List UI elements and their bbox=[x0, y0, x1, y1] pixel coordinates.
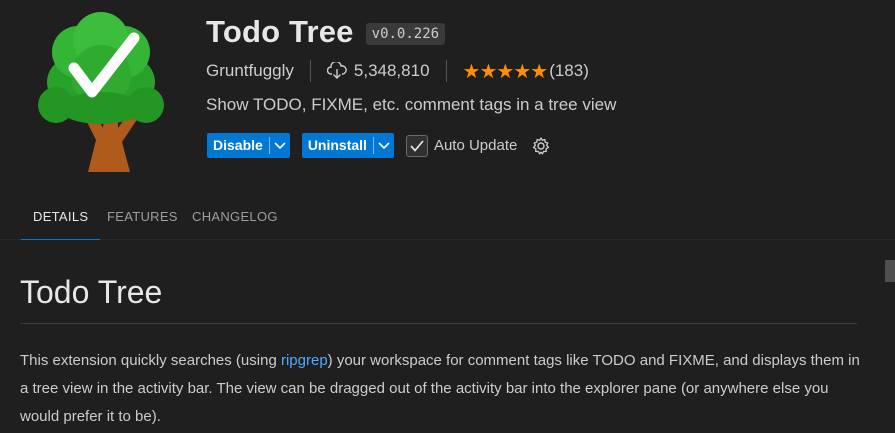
vertical-scrollbar[interactable] bbox=[884, 240, 895, 433]
star-rating-icon: ★★★★★ bbox=[462, 60, 549, 83]
extension-details-page: Todo Tree v0.0.226 Gruntfuggly 5,348,810… bbox=[0, 0, 895, 433]
cloud-download-icon bbox=[326, 62, 347, 79]
tab-features[interactable]: FEATURES bbox=[107, 196, 178, 239]
readme-paragraph: This extension quickly searches (using r… bbox=[20, 347, 868, 431]
disable-dropdown-button[interactable] bbox=[270, 133, 290, 158]
disable-button[interactable]: Disable bbox=[207, 133, 269, 158]
extension-title: Todo Tree bbox=[206, 14, 354, 49]
uninstall-split-button: Uninstall bbox=[301, 133, 394, 158]
publisher-link[interactable]: Gruntfuggly bbox=[206, 61, 294, 81]
tab-details[interactable]: DETAILS bbox=[20, 196, 101, 240]
settings-button[interactable] bbox=[531, 136, 551, 156]
disable-split-button: Disable bbox=[207, 133, 290, 158]
uninstall-button[interactable]: Uninstall bbox=[302, 133, 373, 158]
chevron-down-icon bbox=[274, 141, 286, 149]
rating[interactable]: ★★★★★ (183) bbox=[463, 59, 589, 84]
tab-changelog[interactable]: CHANGELOG bbox=[192, 196, 278, 239]
meta-row: Gruntfuggly 5,348,810 ★★★★★ (183) bbox=[206, 59, 589, 83]
tree-checkmark-icon bbox=[38, 12, 164, 172]
auto-update-checkbox[interactable] bbox=[405, 134, 428, 157]
action-row: Disable Uninstall Auto Update bbox=[207, 133, 551, 158]
chevron-down-icon bbox=[378, 141, 390, 149]
auto-update-label[interactable]: Auto Update bbox=[434, 137, 517, 154]
extension-description: Show TODO, FIXME, etc. comment tags in a… bbox=[206, 95, 617, 114]
install-count: 5,348,810 bbox=[326, 61, 430, 81]
details-tabs: DETAILS FEATURES CHANGELOG bbox=[0, 196, 895, 240]
ripgrep-link[interactable]: ripgrep bbox=[281, 352, 328, 369]
version-badge: v0.0.226 bbox=[365, 23, 446, 45]
download-count: 5,348,810 bbox=[353, 61, 430, 80]
extension-logo bbox=[26, 10, 176, 174]
title-row: Todo Tree v0.0.226 bbox=[206, 14, 446, 50]
checkmark-icon bbox=[410, 139, 424, 152]
scrollbar-thumb[interactable] bbox=[885, 260, 895, 282]
gear-icon bbox=[533, 136, 550, 154]
divider bbox=[309, 60, 311, 82]
heading-divider bbox=[20, 323, 857, 324]
paragraph-text: This extension quickly searches (using bbox=[20, 352, 281, 369]
rating-count: (183) bbox=[549, 61, 589, 80]
divider bbox=[445, 60, 447, 82]
uninstall-dropdown-button[interactable] bbox=[374, 133, 394, 158]
readme-heading: Todo Tree bbox=[20, 274, 163, 310]
